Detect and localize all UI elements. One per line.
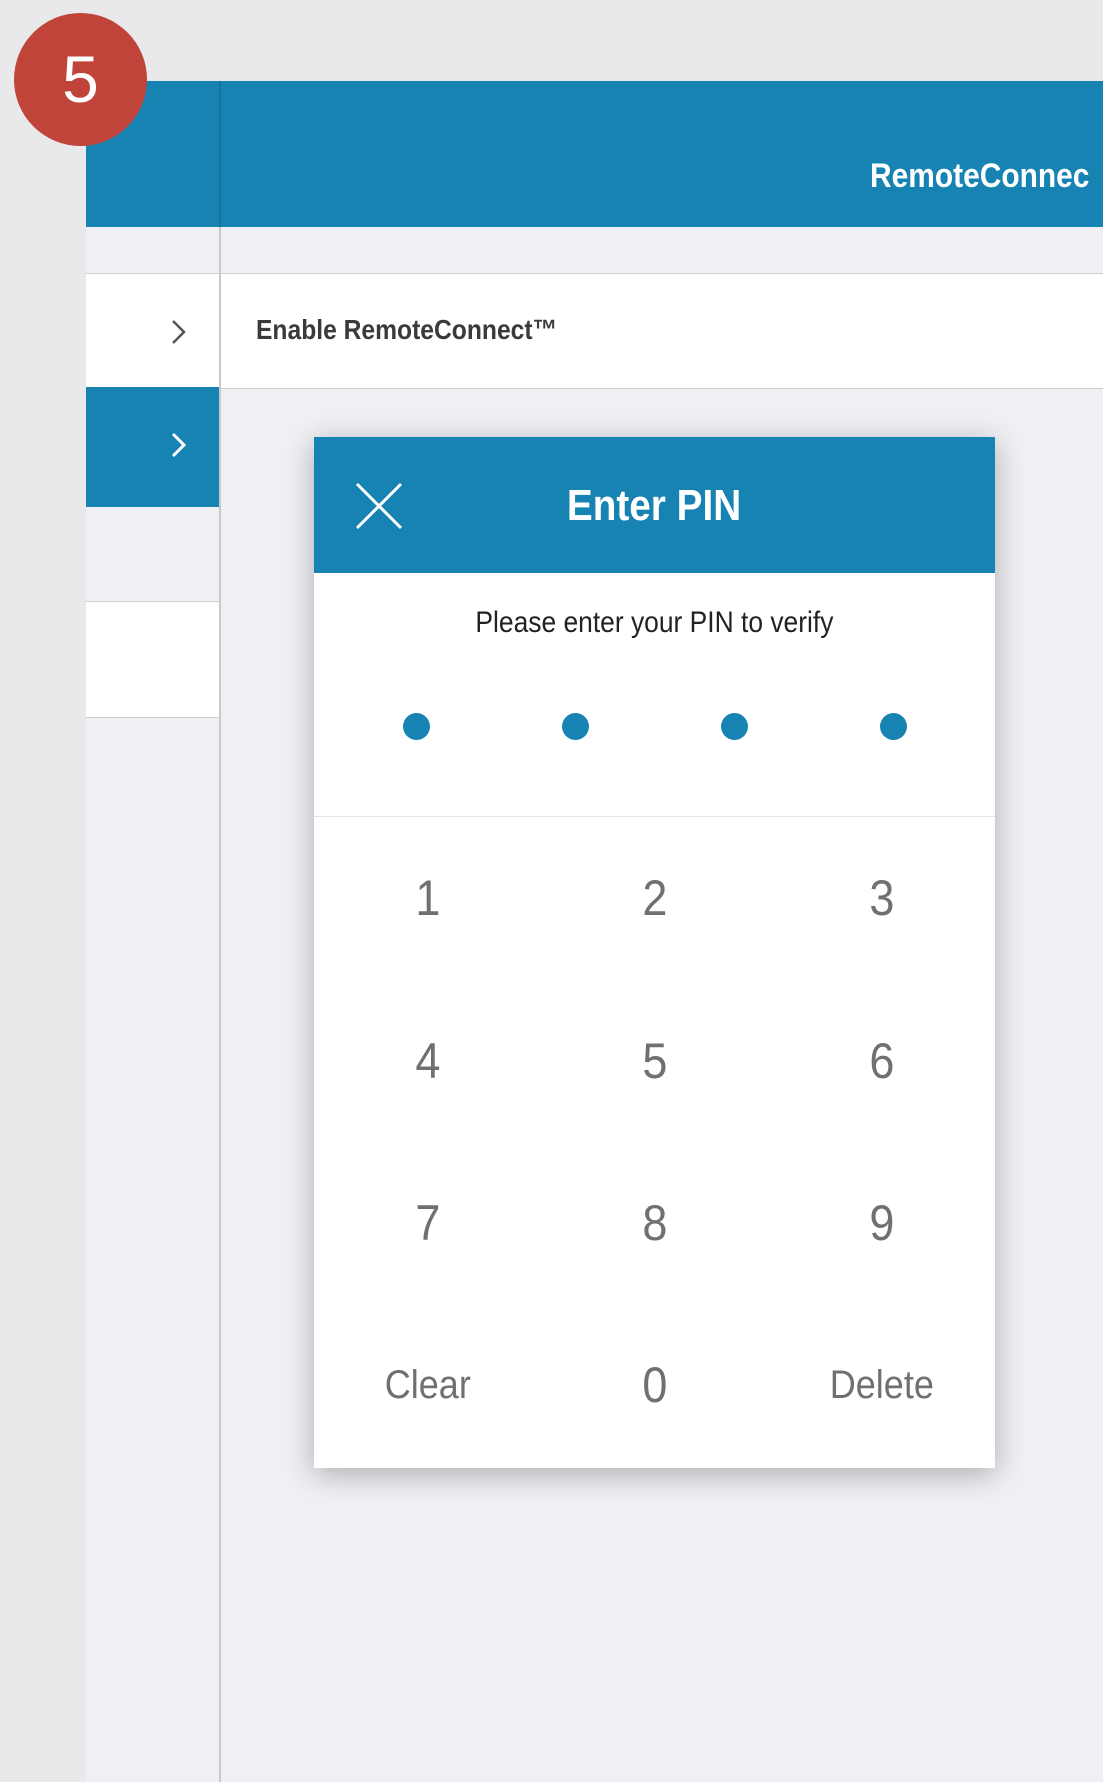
pin-entry-indicator [314, 713, 995, 743]
pin-dot-3 [721, 713, 748, 740]
key-3-label: 3 [868, 870, 895, 926]
top-bar-title: RemoteConnec [870, 157, 1090, 195]
enable-remoteconnect-label: Enable RemoteConnect™ [256, 314, 558, 345]
top-navigation-bar: RemoteConnec [86, 81, 1103, 227]
pin-dot-1 [403, 713, 430, 740]
clear-button[interactable]: Clear [314, 1304, 541, 1466]
pin-instruction: Please enter your PIN to verify [314, 605, 995, 641]
sidebar-item-3[interactable] [86, 601, 219, 718]
key-8-label: 8 [641, 1195, 668, 1251]
key-6-label: 6 [868, 1033, 895, 1089]
key-0[interactable]: 0 [541, 1304, 768, 1466]
key-9-label: 9 [868, 1195, 895, 1251]
dialog-title: Enter PIN [314, 481, 995, 531]
delete-button-label: Delete [829, 1363, 934, 1407]
sidebar-item-2-selected[interactable] [86, 387, 219, 507]
enable-remoteconnect-row[interactable]: Enable RemoteConnect™ [221, 273, 1103, 389]
clear-button-label: Clear [384, 1363, 471, 1407]
key-9[interactable]: 9 [768, 1142, 995, 1304]
key-5-label: 5 [641, 1033, 668, 1089]
key-8[interactable]: 8 [541, 1142, 768, 1304]
key-7-label: 7 [414, 1195, 441, 1251]
pin-instruction-text: Please enter your PIN to verify [475, 606, 834, 639]
key-2-label: 2 [641, 870, 668, 926]
sidebar-item-1[interactable] [86, 273, 219, 389]
key-7[interactable]: 7 [314, 1142, 541, 1304]
pin-dot-2 [562, 713, 589, 740]
dialog-title-text: Enter PIN [567, 481, 742, 530]
chevron-right-icon [164, 431, 192, 459]
chevron-right-icon [164, 318, 192, 346]
step-number-badge: 5 [14, 13, 147, 146]
dialog-header: Enter PIN [314, 437, 995, 573]
delete-button[interactable]: Delete [768, 1304, 995, 1466]
sidebar-divider [219, 227, 221, 1782]
key-6[interactable]: 6 [768, 980, 995, 1142]
key-2[interactable]: 2 [541, 817, 768, 979]
key-0-label: 0 [641, 1357, 668, 1413]
pin-keypad: 1 2 3 4 5 6 7 8 9 Clear 0 Delete [314, 817, 995, 1468]
key-1-label: 1 [414, 870, 441, 926]
key-4-label: 4 [414, 1033, 441, 1089]
key-4[interactable]: 4 [314, 980, 541, 1142]
key-3[interactable]: 3 [768, 817, 995, 979]
key-1[interactable]: 1 [314, 817, 541, 979]
key-5[interactable]: 5 [541, 980, 768, 1142]
top-bar-divider [219, 81, 221, 227]
pin-dot-4 [880, 713, 907, 740]
enter-pin-dialog: Enter PIN Please enter your PIN to verif… [314, 437, 995, 1468]
